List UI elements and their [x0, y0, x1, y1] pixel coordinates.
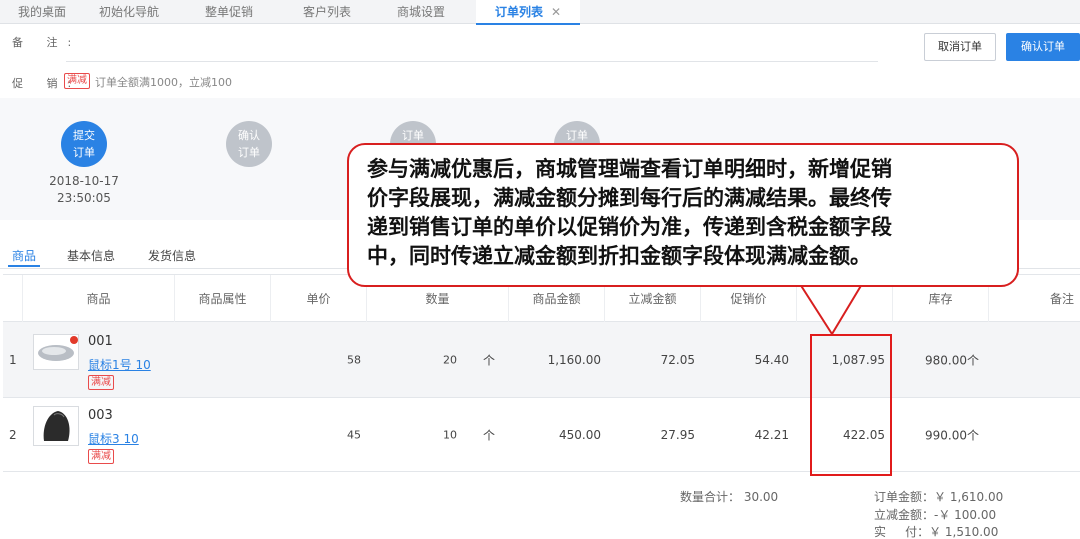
amount: 450.00	[559, 427, 601, 442]
promo-tag: 满减	[88, 449, 114, 464]
discount-amount: 27.95	[660, 427, 695, 442]
step-submit-order: 提交 订单	[61, 121, 107, 167]
detail-tab-shipping-info[interactable]: 发货信息	[148, 247, 196, 267]
callout-line: 递到销售订单的单价以促销价为准，传递到含税金额字段	[367, 215, 892, 239]
table-row: 1 001 鼠标1号 10 满减 58 20 个 1,160.00 72.05 …	[3, 322, 1080, 398]
step-label-line1: 确认	[238, 129, 260, 142]
unit: 个	[483, 353, 496, 367]
tab-bar: 我的桌面 初始化导航 整单促销 客户列表 商城设置 订单列表 ✕	[0, 0, 1080, 25]
paid-amount: 实 付：￥ 1,510.00	[874, 525, 999, 539]
row-index: 2	[9, 427, 17, 442]
step-label-line1: 订单	[402, 129, 424, 142]
stock: 990.00个	[925, 428, 979, 442]
promo-price: 42.21	[754, 427, 789, 442]
unit-price: 58	[347, 353, 361, 366]
tab-customer-list[interactable]: 客户列表	[282, 0, 372, 24]
discount-total: 立减金额：-￥ 100.00	[874, 508, 997, 522]
unit: 个	[483, 428, 496, 442]
step-confirm-order: 确认 订单	[226, 121, 272, 167]
close-icon[interactable]: ✕	[551, 5, 561, 19]
mouse-image-icon	[38, 336, 78, 361]
tab-order-list-label: 订单列表	[494, 5, 543, 19]
detail-tab-products[interactable]: 商品	[8, 247, 41, 267]
product-thumbnail	[33, 334, 79, 370]
quantity: 20	[443, 353, 457, 366]
step-label-line1: 订单	[566, 129, 588, 142]
tab-order-list[interactable]: 订单列表 ✕	[476, 0, 580, 25]
step-label-line1: 提交	[73, 129, 95, 142]
discount-amount: 72.05	[660, 352, 695, 367]
col-product: 商品	[23, 275, 175, 323]
detail-tab-basic-info[interactable]: 基本信息	[67, 247, 115, 267]
row-index: 1	[9, 352, 17, 367]
product-name-link[interactable]: 鼠标1号 10	[88, 356, 151, 373]
tab-init-nav[interactable]: 初始化导航	[84, 0, 174, 24]
step-label-line2: 订单	[238, 146, 260, 159]
annotation-callout: 参与满减优惠后，商城管理端查看订单明细时，新增促销 价字段展现，满减金额分摊到每…	[347, 143, 1019, 287]
product-thumbnail	[33, 406, 79, 446]
result-column-highlight	[810, 334, 892, 476]
unit-price: 45	[347, 428, 361, 441]
tab-my-desktop[interactable]: 我的桌面	[0, 0, 84, 24]
callout-line: 价字段展现，满减金额分摊到每行后的满减结果。最终传	[367, 186, 892, 210]
amount: 1,160.00	[547, 352, 601, 367]
callout-line: 参与满减优惠后，商城管理端查看订单明细时，新增促销	[367, 157, 892, 181]
col-index	[3, 275, 23, 323]
order-amount: 订单金额：￥ 1,610.00	[874, 490, 1004, 504]
tab-mall-settings[interactable]: 商城设置	[376, 0, 466, 24]
cancel-order-button[interactable]: 取消订单	[924, 33, 996, 61]
quantity: 10	[443, 428, 457, 441]
step-date: 2018-10-17	[49, 174, 119, 188]
product-name-link[interactable]: 鼠标3 10	[88, 430, 139, 447]
table-row: 2 003 鼠标3 10 满减 45 10 个 450.00 27.95 42.…	[3, 398, 1080, 472]
callout-line: 中，同时传递立减金额到折扣金额字段体现满减金额。	[367, 244, 871, 268]
remark-label: 备 注:	[12, 36, 82, 49]
product-code: 001	[88, 334, 113, 349]
mouse-image-icon	[43, 411, 70, 441]
col-attributes: 商品属性	[175, 275, 271, 323]
promo-price: 54.40	[754, 352, 789, 367]
promo-description: 订单全额满1000，立减100	[95, 76, 232, 89]
tab-order-promo[interactable]: 整单促销	[184, 0, 274, 24]
quantity-total: 数量合计： 30.00	[680, 490, 779, 504]
step-submit-datetime: 2018-10-17 23:50:05	[29, 173, 139, 207]
stock: 980.00个	[925, 353, 979, 367]
promo-tag: 满减	[88, 375, 114, 390]
step-label-line2: 订单	[73, 146, 95, 159]
remark-input[interactable]	[66, 61, 878, 62]
product-code: 003	[88, 408, 113, 423]
step-time: 23:50:05	[57, 191, 111, 205]
promo-tag: 满减	[64, 73, 90, 89]
confirm-order-button[interactable]: 确认订单	[1006, 33, 1080, 61]
